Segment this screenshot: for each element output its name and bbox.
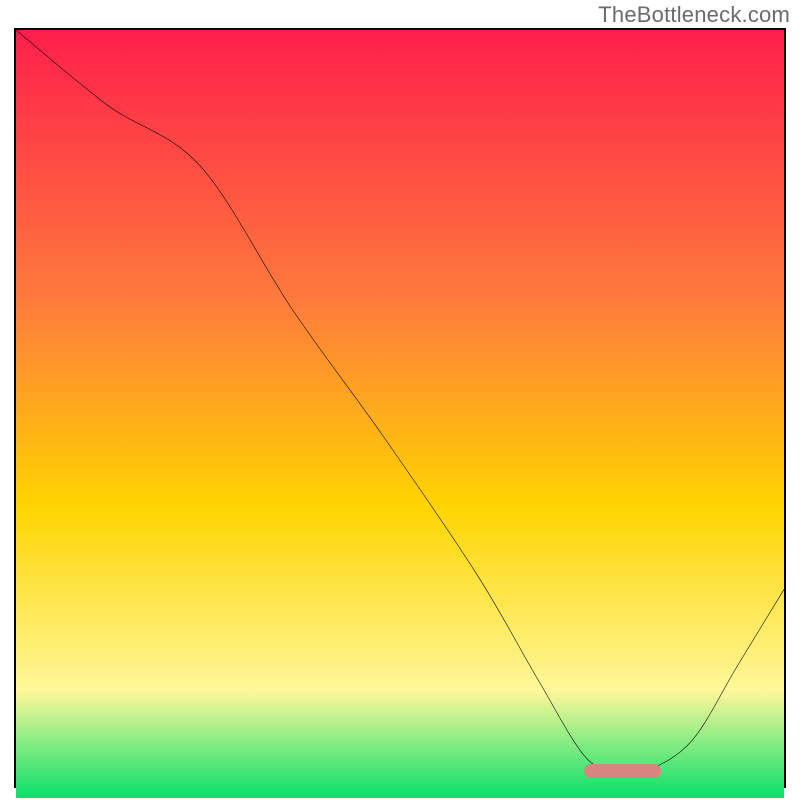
chart-container: TheBottleneck.com: [0, 0, 800, 800]
optimal-range-marker: [584, 764, 661, 778]
watermark-text: TheBottleneck.com: [598, 2, 790, 28]
plot-area: [14, 28, 786, 788]
bottleneck-curve: [16, 30, 784, 786]
